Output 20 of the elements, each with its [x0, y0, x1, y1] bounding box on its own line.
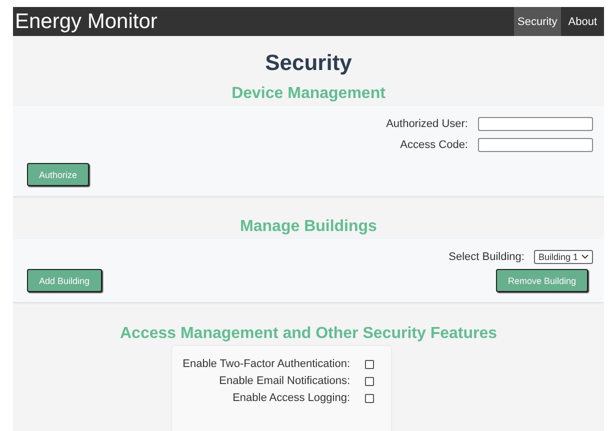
input-field[interactable]	[478, 116, 593, 130]
section-heading: Manage Buildings	[239, 217, 378, 237]
page-title: Security	[264, 50, 353, 76]
checkbox[interactable]	[365, 360, 374, 368]
app-title: Energy Monitor	[14, 10, 158, 34]
option-label: Enable Access Logging:	[232, 392, 350, 404]
building-select[interactable]: Building 1	[534, 250, 593, 264]
field-label: Access Code:	[400, 138, 468, 150]
checkbox[interactable]	[365, 394, 374, 402]
section-heading: Access Management and Other Security Features	[118, 324, 498, 344]
select-label: Select Building:	[448, 250, 524, 262]
input-field[interactable]	[478, 138, 593, 152]
nav-link[interactable]: Security	[514, 7, 562, 36]
option-label: Enable Email Notifications:	[219, 375, 350, 387]
option-label: Enable Two-Factor Authentication:	[182, 358, 350, 370]
section-heading: Device Management	[230, 84, 386, 104]
field-label: Authorized User:	[386, 118, 468, 130]
nav-link[interactable]: About	[561, 7, 604, 36]
checkbox[interactable]	[365, 376, 374, 386]
chevron-icon	[581, 254, 589, 259]
